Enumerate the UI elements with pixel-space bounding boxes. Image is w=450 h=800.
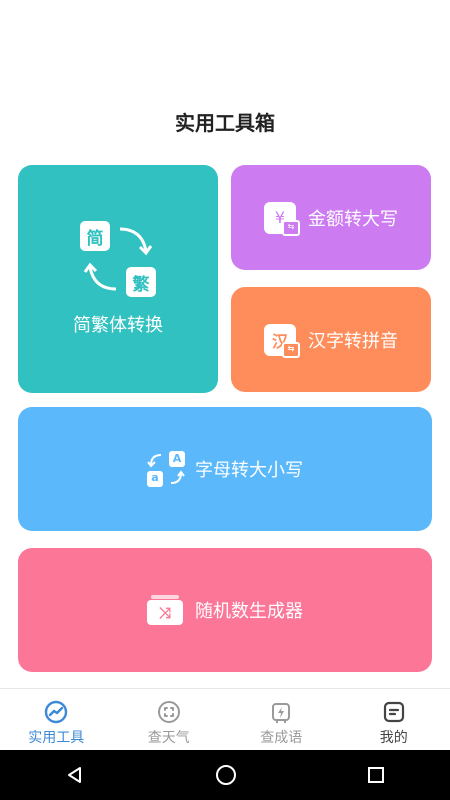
recents-icon[interactable] bbox=[367, 766, 385, 784]
tab-profile-label: 我的 bbox=[379, 730, 408, 746]
swap-mini-icon: ⇆ bbox=[282, 219, 300, 236]
tab-weather[interactable]: 查天气 bbox=[113, 689, 226, 751]
random-label: 随机数生成器 bbox=[195, 601, 303, 622]
simp-trad-label: 简繁体转换 bbox=[73, 315, 163, 336]
bottom-tab-bar: 实用工具 查天气 查成语 我的 bbox=[0, 688, 450, 751]
letter-case-card[interactable]: A a 字母转大小写 bbox=[18, 407, 432, 531]
letter-case-icon: A a bbox=[147, 451, 185, 487]
han-icon: 汉 ⇆ bbox=[264, 323, 300, 358]
shuffle-icon: ⤨ bbox=[147, 595, 183, 625]
amount-card[interactable]: ¥ ⇆ 金额转大写 bbox=[231, 165, 431, 270]
swap-arrows-icon bbox=[147, 454, 185, 484]
yen-icon: ¥ ⇆ bbox=[264, 201, 300, 236]
tab-idiom-label: 查成语 bbox=[260, 730, 303, 746]
amount-label: 金额转大写 bbox=[308, 208, 398, 230]
system-navbar bbox=[0, 750, 450, 800]
home-icon[interactable] bbox=[215, 764, 237, 786]
random-card[interactable]: ⤨ 随机数生成器 bbox=[18, 548, 432, 672]
idiom-icon bbox=[272, 703, 291, 723]
simp-trad-card[interactable]: 简 繁 简繁体转换 bbox=[18, 165, 218, 393]
pinyin-label: 汉字转拼音 bbox=[308, 330, 398, 352]
tab-idiom[interactable]: 查成语 bbox=[225, 689, 338, 751]
profile-icon bbox=[383, 701, 404, 723]
tab-tools[interactable]: 实用工具 bbox=[0, 689, 113, 751]
back-icon[interactable] bbox=[65, 765, 85, 785]
tools-icon bbox=[45, 700, 68, 724]
rotate-arrows-icon bbox=[83, 227, 153, 291]
pinyin-card[interactable]: 汉 ⇆ 汉字转拼音 bbox=[231, 287, 431, 392]
tab-profile[interactable]: 我的 bbox=[338, 689, 450, 751]
page-title: 实用工具箱 bbox=[175, 111, 275, 135]
weather-icon bbox=[157, 701, 180, 723]
swap-mini-icon: ⇆ bbox=[282, 341, 300, 358]
simp-trad-icon: 简 繁 bbox=[80, 221, 156, 297]
tab-tools-label: 实用工具 bbox=[28, 730, 85, 746]
letter-case-label: 字母转大小写 bbox=[195, 460, 303, 481]
tab-weather-label: 查天气 bbox=[147, 730, 190, 746]
